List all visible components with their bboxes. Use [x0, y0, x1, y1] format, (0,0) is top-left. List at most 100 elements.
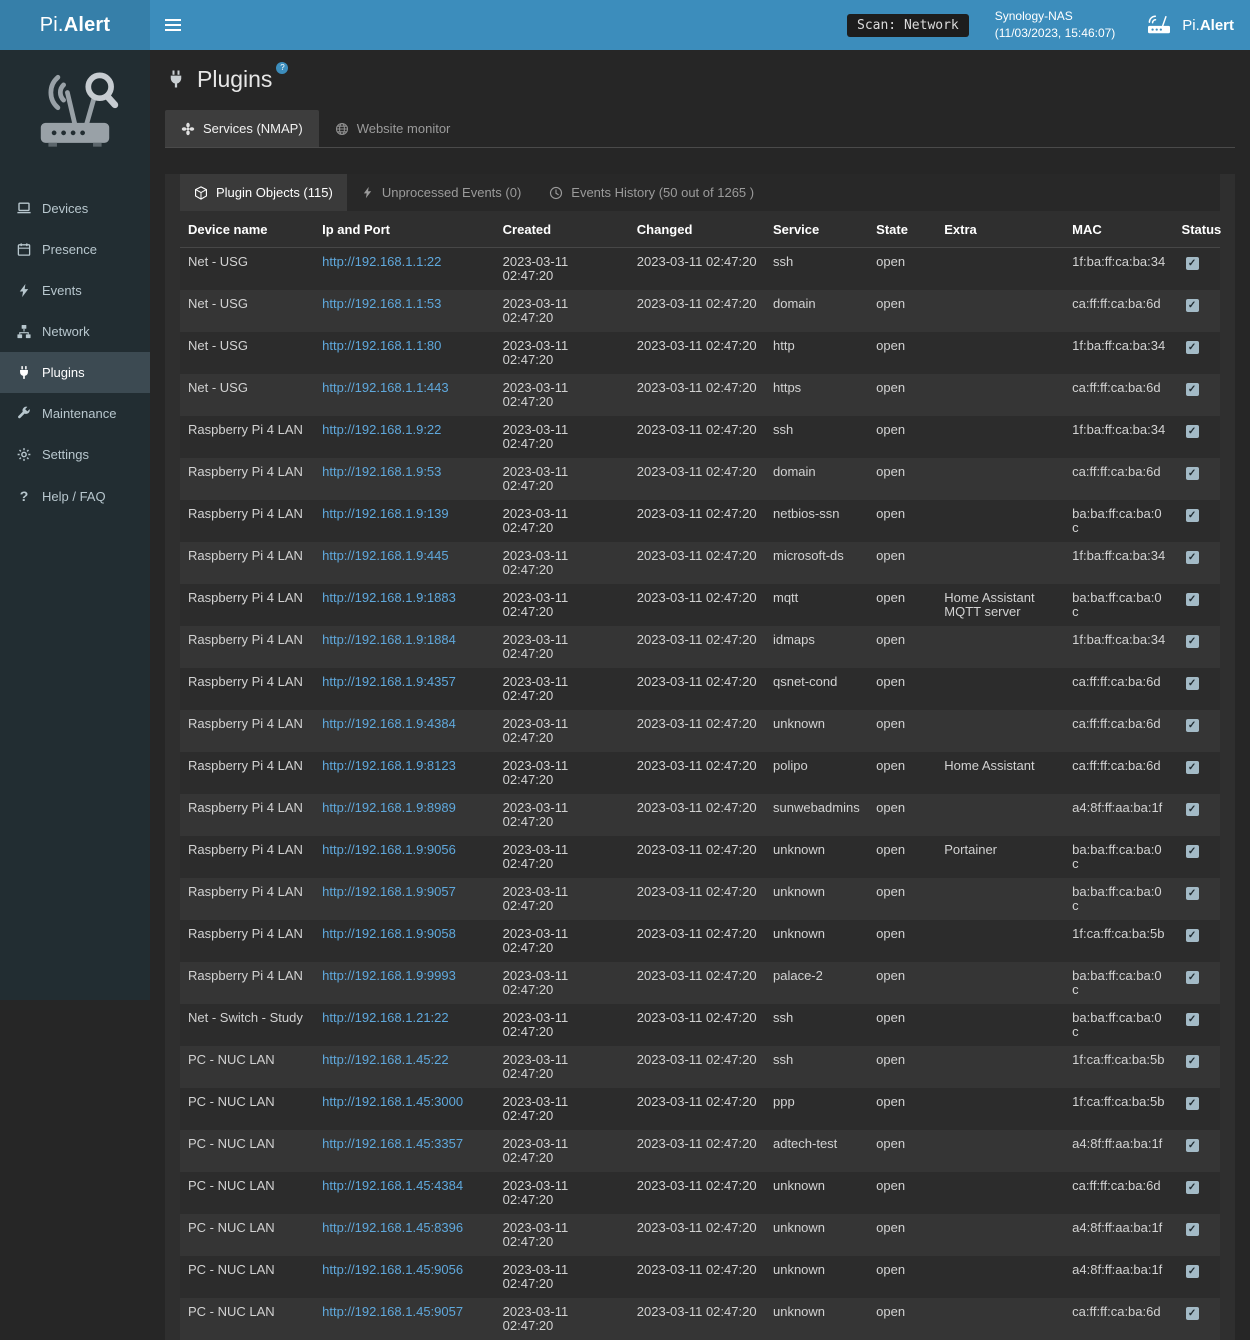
status-checkbox[interactable]: ✓ — [1186, 1223, 1199, 1236]
status-checkbox[interactable]: ✓ — [1186, 1139, 1199, 1152]
sidebar-item-maintenance[interactable]: Maintenance — [0, 393, 150, 434]
status-checkbox[interactable]: ✓ — [1186, 1097, 1199, 1110]
ip-port-link[interactable]: http://192.168.1.9:9057 — [322, 884, 456, 899]
table-row: PC - NUC LANhttp://192.168.1.45:30002023… — [180, 1088, 1220, 1130]
extra-cell — [936, 458, 1064, 500]
sidebar-item-devices[interactable]: Devices — [0, 187, 150, 229]
status-checkbox[interactable]: ✓ — [1186, 1307, 1199, 1320]
tab-website-monitor[interactable]: Website monitor — [319, 110, 467, 147]
sidebar-toggle-button[interactable] — [150, 0, 196, 50]
ip-port-link[interactable]: http://192.168.1.45:8396 — [322, 1220, 463, 1235]
ip-port-link[interactable]: http://192.168.1.1:53 — [322, 296, 441, 311]
status-checkbox[interactable]: ✓ — [1186, 1055, 1199, 1068]
status-checkbox[interactable]: ✓ — [1186, 719, 1199, 732]
ip-port-cell: http://192.168.1.9:53 — [314, 458, 495, 500]
sidebar-item-presence[interactable]: Presence — [0, 229, 150, 270]
status-checkbox[interactable]: ✓ — [1186, 929, 1199, 942]
host-name: Synology-NAS — [995, 8, 1116, 25]
sidebar-item-help[interactable]: ? Help / FAQ — [0, 475, 150, 517]
status-checkbox[interactable]: ✓ — [1186, 467, 1199, 480]
table-row: Raspberry Pi 4 LANhttp://192.168.1.9:139… — [180, 500, 1220, 542]
status-cell: ✓ — [1174, 1130, 1220, 1172]
status-checkbox[interactable]: ✓ — [1186, 803, 1199, 816]
ip-port-link[interactable]: http://192.168.1.1:22 — [322, 254, 441, 269]
extra-cell — [936, 1298, 1064, 1340]
app-badge[interactable]: Pi.Alert — [1145, 14, 1234, 36]
status-checkbox[interactable]: ✓ — [1186, 425, 1199, 438]
status-cell: ✓ — [1174, 290, 1220, 332]
page-title: Plugins ? — [166, 64, 1234, 94]
status-checkbox[interactable]: ✓ — [1186, 551, 1199, 564]
ip-port-cell: http://192.168.1.9:1884 — [314, 626, 495, 668]
mac-cell: ca:ff:ff:ca:ba:6d — [1064, 458, 1173, 500]
sidebar-item-settings[interactable]: Settings — [0, 434, 150, 475]
ip-port-link[interactable]: http://192.168.1.45:22 — [322, 1052, 449, 1067]
sidebar-item-events[interactable]: Events — [0, 270, 150, 311]
status-cell: ✓ — [1174, 710, 1220, 752]
ip-port-link[interactable]: http://192.168.1.1:443 — [322, 380, 449, 395]
status-checkbox[interactable]: ✓ — [1186, 341, 1199, 354]
status-checkbox[interactable]: ✓ — [1186, 299, 1199, 312]
plug-icon — [16, 365, 32, 380]
status-checkbox[interactable]: ✓ — [1186, 971, 1199, 984]
ip-port-link[interactable]: http://192.168.1.9:8123 — [322, 758, 456, 773]
status-checkbox[interactable]: ✓ — [1186, 257, 1199, 270]
ip-port-link[interactable]: http://192.168.1.45:3000 — [322, 1094, 463, 1109]
sidebar-item-network[interactable]: Network — [0, 311, 150, 352]
table-row: Net - Switch - Studyhttp://192.168.1.21:… — [180, 1004, 1220, 1046]
ip-port-link[interactable]: http://192.168.1.9:8989 — [322, 800, 456, 815]
ip-port-link[interactable]: http://192.168.1.9:1883 — [322, 590, 456, 605]
ip-port-link[interactable]: http://192.168.1.9:9058 — [322, 926, 456, 941]
changed-cell: 2023-03-11 02:47:20 — [629, 500, 765, 542]
sidebar: Devices Presence Events Network Plugins … — [0, 50, 150, 1000]
ip-port-link[interactable]: http://192.168.1.45:9057 — [322, 1304, 463, 1319]
status-checkbox[interactable]: ✓ — [1186, 761, 1199, 774]
subtab-unprocessed-events[interactable]: Unprocessed Events (0) — [347, 174, 535, 211]
ip-port-link[interactable]: http://192.168.1.9:1884 — [322, 632, 456, 647]
ip-port-link[interactable]: http://192.168.1.1:80 — [322, 338, 441, 353]
status-checkbox[interactable]: ✓ — [1186, 887, 1199, 900]
ip-port-link[interactable]: http://192.168.1.9:9993 — [322, 968, 456, 983]
ip-port-link[interactable]: http://192.168.1.9:139 — [322, 506, 449, 521]
status-checkbox[interactable]: ✓ — [1186, 1181, 1199, 1194]
status-checkbox[interactable]: ✓ — [1186, 1013, 1199, 1026]
ip-port-cell: http://192.168.1.1:80 — [314, 332, 495, 374]
status-checkbox[interactable]: ✓ — [1186, 593, 1199, 606]
table-row: PC - NUC LANhttp://192.168.1.45:90572023… — [180, 1298, 1220, 1340]
ip-port-link[interactable]: http://192.168.1.9:4384 — [322, 716, 456, 731]
tab-services-nmap[interactable]: Services (NMAP) — [165, 110, 319, 147]
ip-port-link[interactable]: http://192.168.1.9:445 — [322, 548, 449, 563]
device-name-cell: PC - NUC LAN — [180, 1256, 314, 1298]
status-checkbox[interactable]: ✓ — [1186, 1265, 1199, 1278]
col-changed: Changed — [629, 211, 765, 248]
brand-logo[interactable]: Pi.Alert — [0, 0, 150, 50]
ip-port-link[interactable]: http://192.168.1.45:4384 — [322, 1178, 463, 1193]
state-cell: open — [868, 374, 936, 416]
status-checkbox[interactable]: ✓ — [1186, 677, 1199, 690]
status-checkbox[interactable]: ✓ — [1186, 845, 1199, 858]
mac-cell: ca:ff:ff:ca:ba:6d — [1064, 290, 1173, 332]
help-badge-icon[interactable]: ? — [276, 62, 288, 74]
ip-port-link[interactable]: http://192.168.1.9:53 — [322, 464, 441, 479]
changed-cell: 2023-03-11 02:47:20 — [629, 668, 765, 710]
ip-port-cell: http://192.168.1.45:3000 — [314, 1088, 495, 1130]
status-checkbox[interactable]: ✓ — [1186, 509, 1199, 522]
ip-port-link[interactable]: http://192.168.1.9:22 — [322, 422, 441, 437]
created-cell: 2023-03-11 02:47:20 — [495, 710, 629, 752]
changed-cell: 2023-03-11 02:47:20 — [629, 878, 765, 920]
status-cell: ✓ — [1174, 332, 1220, 374]
subtab-events-history[interactable]: Events History (50 out of 1265 ) — [535, 174, 768, 211]
ip-port-link[interactable]: http://192.168.1.9:4357 — [322, 674, 456, 689]
ip-port-cell: http://192.168.1.9:9993 — [314, 962, 495, 1004]
device-name-cell: Raspberry Pi 4 LAN — [180, 584, 314, 626]
ip-port-link[interactable]: http://192.168.1.45:9056 — [322, 1262, 463, 1277]
sidebar-item-plugins[interactable]: Plugins — [0, 352, 150, 393]
ip-port-link[interactable]: http://192.168.1.45:3357 — [322, 1136, 463, 1151]
ip-port-link[interactable]: http://192.168.1.21:22 — [322, 1010, 449, 1025]
status-checkbox[interactable]: ✓ — [1186, 635, 1199, 648]
status-checkbox[interactable]: ✓ — [1186, 383, 1199, 396]
state-cell: open — [868, 416, 936, 458]
subtab-plugin-objects[interactable]: Plugin Objects (115) — [180, 174, 347, 211]
device-name-cell: Raspberry Pi 4 LAN — [180, 668, 314, 710]
ip-port-link[interactable]: http://192.168.1.9:9056 — [322, 842, 456, 857]
